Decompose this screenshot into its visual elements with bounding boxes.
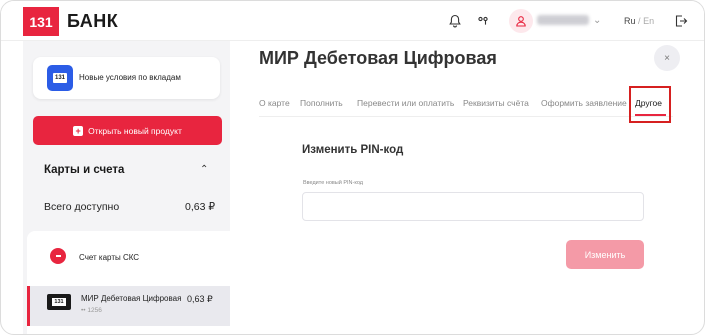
top-header: 131 БАНК ⌄ Ru / En bbox=[1, 1, 704, 41]
card-balance: 0,63 ₽ bbox=[187, 294, 213, 304]
page-title: МИР Дебетовая Цифровая bbox=[259, 48, 497, 68]
tab-account-details[interactable]: Реквизиты счёта bbox=[463, 98, 529, 108]
close-button[interactable]: × bbox=[654, 45, 680, 71]
logo-badge: 131 bbox=[29, 13, 53, 30]
tab-about-card[interactable]: О карте bbox=[259, 98, 290, 108]
total-available-value: 0,63 ₽ bbox=[185, 201, 216, 213]
accounts-section-title: Карты и счета bbox=[44, 164, 125, 176]
open-new-product-label: Открыть новый продукт bbox=[88, 125, 182, 136]
total-available-label: Всего доступно bbox=[44, 201, 120, 213]
logout-icon[interactable] bbox=[673, 13, 689, 29]
language-switcher[interactable]: Ru / En bbox=[624, 16, 654, 26]
card-thumbnail-icon: 131 bbox=[47, 294, 71, 310]
lang-ru[interactable]: Ru bbox=[624, 16, 636, 26]
chevron-down-icon[interactable]: ⌄ bbox=[593, 15, 601, 26]
accounts-list: Счет карты СКС 131 МИР Дебетовая Цифрова… bbox=[27, 231, 230, 334]
tab-bar: О карте Пополнить Перевести или оплатить… bbox=[259, 97, 673, 117]
sidebar: 131 Новые условия по вкладам + Открыть н… bbox=[23, 41, 230, 334]
lang-en[interactable]: En bbox=[643, 16, 654, 26]
card-badge: 131 bbox=[52, 298, 66, 306]
plus-icon: + bbox=[73, 125, 84, 136]
key-icon[interactable] bbox=[475, 13, 491, 29]
card-number: •• 1256 bbox=[81, 307, 102, 314]
sks-account-item[interactable]: Счет карты СКС bbox=[79, 253, 139, 262]
close-icon: × bbox=[664, 52, 670, 64]
promo-banner[interactable]: 131 Новые условия по вкладам bbox=[33, 57, 220, 99]
bank-logo[interactable]: 131 bbox=[23, 7, 59, 36]
bell-icon[interactable] bbox=[447, 13, 463, 29]
chevron-up-icon[interactable]: ⌃ bbox=[200, 164, 208, 175]
card-name: МИР Дебетовая Цифровая bbox=[81, 294, 182, 303]
lang-separator: / bbox=[638, 16, 641, 26]
card-item-selected[interactable]: 131 МИР Дебетовая Цифровая •• 1256 0,63 … bbox=[27, 286, 230, 326]
change-pin-button[interactable]: Изменить bbox=[566, 240, 644, 269]
user-name-blurred[interactable] bbox=[537, 15, 589, 25]
open-new-product-button[interactable]: + Открыть новый продукт bbox=[33, 116, 222, 145]
change-pin-button-label: Изменить bbox=[584, 249, 626, 260]
promo-text: Новые условия по вкладам bbox=[79, 73, 181, 82]
promo-logo: 131 bbox=[47, 65, 73, 91]
bank-name: БАНК bbox=[67, 11, 119, 31]
tab-highlight-box bbox=[629, 86, 671, 123]
app-window: 131 БАНК ⌄ Ru / En 131 Новые условия по … bbox=[0, 0, 705, 335]
promo-logo-badge: 131 bbox=[52, 73, 67, 83]
new-pin-input[interactable] bbox=[302, 192, 644, 221]
pin-field-label: Введите новый PIN-код bbox=[303, 180, 363, 186]
tab-top-up[interactable]: Пополнить bbox=[300, 98, 343, 108]
account-minus-icon bbox=[50, 248, 66, 264]
change-pin-title: Изменить PIN-код bbox=[302, 144, 404, 156]
user-avatar[interactable] bbox=[509, 9, 533, 33]
user-icon bbox=[516, 16, 526, 27]
tab-submit-application[interactable]: Оформить заявление bbox=[541, 98, 627, 108]
tab-transfer-or-pay[interactable]: Перевести или оплатить bbox=[357, 98, 454, 108]
